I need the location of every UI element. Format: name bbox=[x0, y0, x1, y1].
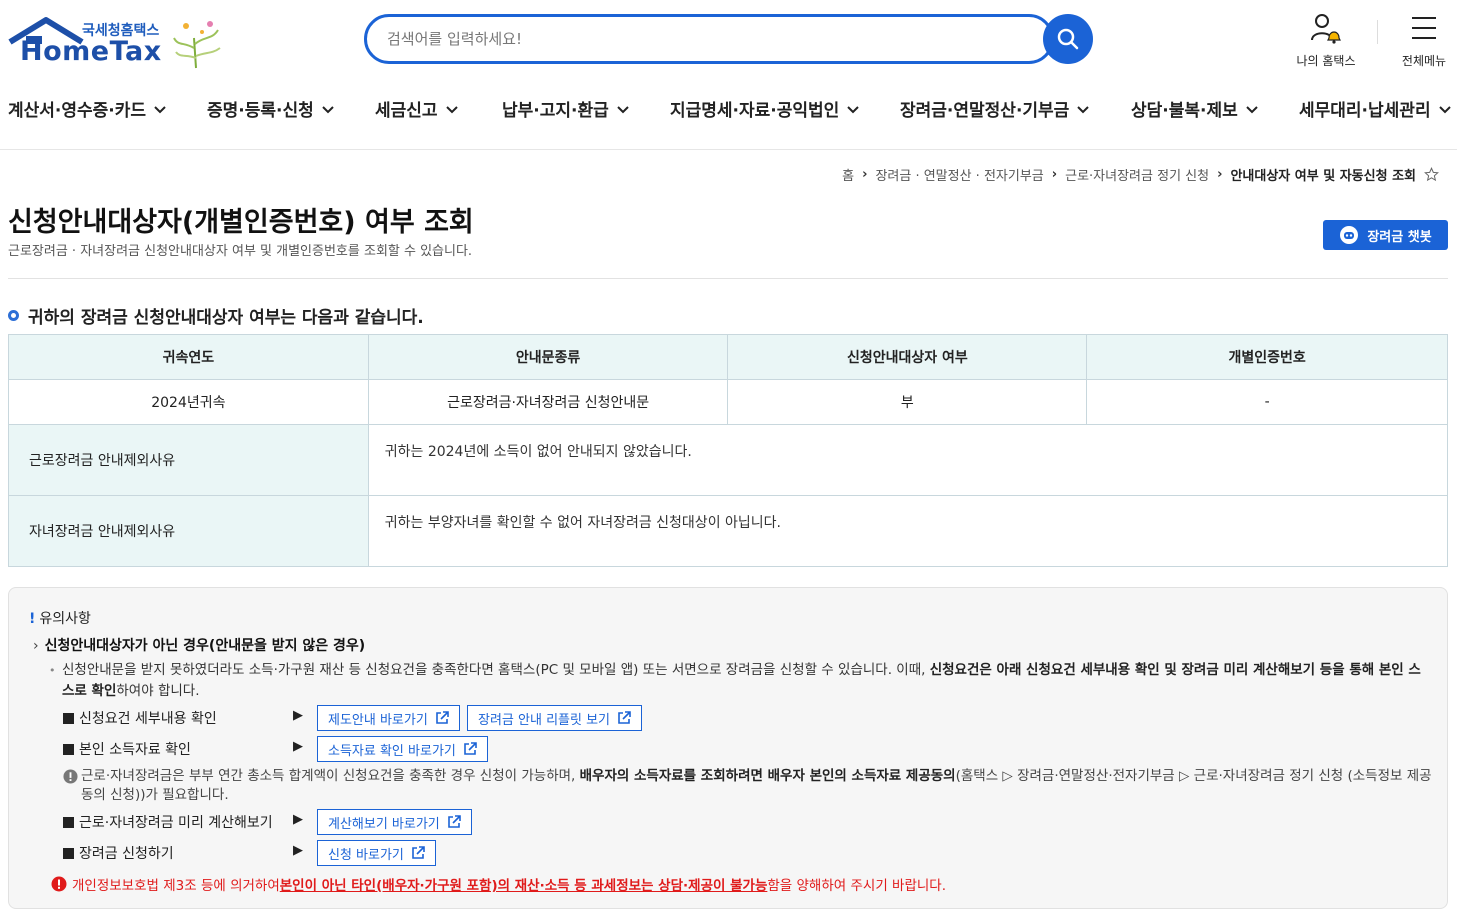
hometax-logo[interactable]: 국세청홈택스 HomeTax bbox=[8, 14, 223, 70]
bullet-dot: • bbox=[49, 664, 56, 677]
page-description: 근로장려금 · 자녀장려금 신청안내대상자 여부 및 개별인증번호를 조회할 수… bbox=[8, 244, 473, 259]
notice-item: 장려금 신청하기 bbox=[63, 843, 174, 863]
nav-item-agent[interactable]: 세무대리·납세관리 bbox=[1299, 96, 1451, 121]
chevron-down-icon bbox=[322, 106, 334, 114]
play-arrow-icon: ▶ bbox=[293, 843, 303, 858]
system-guide-button[interactable]: 제도안내 바로가기 bbox=[317, 705, 460, 731]
nav-item-payment[interactable]: 납부·고지·환급 bbox=[502, 96, 629, 121]
star-icon[interactable] bbox=[1424, 167, 1439, 182]
notice-box: ! 유의사항 › 신청안내대상자가 아닌 경우(안내문을 받지 않은 경우) • 신… bbox=[8, 587, 1448, 909]
notice-item: 근로·자녀장려금 미리 계산해보기 bbox=[63, 812, 273, 832]
search-box bbox=[364, 14, 1054, 64]
nav-item-statements[interactable]: 지급명세·자료·공익법인 bbox=[670, 96, 860, 121]
play-arrow-icon: ▶ bbox=[293, 812, 303, 827]
income-data-button[interactable]: 소득자료 확인 바로가기 bbox=[317, 736, 488, 762]
my-hometax-label: 나의 홈택스 bbox=[1296, 54, 1356, 68]
site-header: 국세청홈택스 HomeTax 나의 홈택스 bbox=[0, 0, 1457, 150]
nav-item-consult[interactable]: 상담·불복·제보 bbox=[1131, 96, 1258, 121]
table-header: 안내문종류 bbox=[367, 334, 729, 380]
table-row-reason: 자녀장려금 안내제외사유 귀하는 부양자녀를 확인할 수 없어 자녀장려금 신청… bbox=[8, 495, 1449, 567]
breadcrumb-separator: › bbox=[1217, 167, 1223, 182]
all-menu-button[interactable]: 전체메뉴 bbox=[1395, 12, 1453, 69]
plant-icon bbox=[173, 21, 221, 69]
square-bullet-icon bbox=[63, 743, 74, 755]
table-cell-notice-type: 근로장려금·자녀장려금 신청안내문 bbox=[367, 379, 729, 425]
circle-bullet-icon bbox=[8, 310, 19, 321]
result-table: 귀속연도 안내문종류 신청안내대상자 여부 개별인증번호 2024년귀속 근로장… bbox=[8, 334, 1449, 567]
reason-text: 귀하는 부양자녀를 확인할 수 없어 자녀장려금 신청대상이 아닙니다. bbox=[367, 495, 1449, 567]
chevron-down-icon bbox=[154, 106, 166, 114]
breadcrumb-separator: › bbox=[862, 167, 868, 182]
all-menu-label: 전체메뉴 bbox=[1401, 54, 1447, 68]
notice-subtitle: › 신청안내대상자가 아닌 경우(안내문을 받지 않은 경우) bbox=[33, 638, 366, 654]
table-cell-target-status: 부 bbox=[727, 379, 1088, 425]
chatbot-label: 장려금 챗봇 bbox=[1367, 229, 1432, 245]
chevron-down-icon bbox=[847, 106, 860, 114]
breadcrumb-level1[interactable]: 장려금 · 연말정산 · 전자기부금 bbox=[875, 165, 1043, 184]
table-header: 개별인증번호 bbox=[1086, 334, 1448, 380]
external-link-icon bbox=[618, 711, 631, 724]
section-heading: 귀하의 장려금 신청안내대상자 여부는 다음과 같습니다. bbox=[8, 303, 424, 328]
breadcrumb-level2[interactable]: 근로·자녀장려금 정기 신청 bbox=[1065, 165, 1209, 184]
header-divider bbox=[1377, 20, 1378, 44]
chevron-down-icon bbox=[445, 106, 458, 114]
leaflet-button[interactable]: 장려금 안내 리플릿 보기 bbox=[467, 705, 642, 731]
nav-item-certificate[interactable]: 증명·등록·신청 bbox=[207, 96, 334, 121]
external-link-icon bbox=[447, 815, 461, 828]
table-cell-year: 2024년귀속 bbox=[8, 379, 369, 425]
table-header: 신청안내대상자 여부 bbox=[727, 334, 1088, 380]
privacy-warning: 개인정보보호법 제3조 등에 의거하여 본인이 아닌 타인(배우자·가구원 포함… bbox=[51, 874, 946, 894]
user-bell-icon bbox=[1311, 14, 1341, 44]
breadcrumb-separator: › bbox=[1051, 167, 1058, 182]
info-circle-icon bbox=[63, 769, 78, 784]
page-title: 신청안내대상자(개별인증번호) 여부 조회 bbox=[8, 207, 474, 238]
reason-label: 자녀장려금 안내제외사유 bbox=[8, 495, 369, 567]
nav-item-invoice[interactable]: 계산서·영수증·카드 bbox=[8, 96, 166, 121]
table-header-row: 귀속연도 안내문종류 신청안내대상자 여부 개별인증번호 bbox=[8, 334, 1448, 380]
nav-item-tax-return[interactable]: 세금신고 bbox=[375, 96, 458, 121]
nav-item-incentive[interactable]: 장려금·연말정산·기부금 bbox=[900, 96, 1090, 121]
external-link-icon bbox=[412, 846, 425, 859]
warning-circle-icon bbox=[51, 876, 67, 892]
play-arrow-icon: ▶ bbox=[293, 708, 303, 723]
square-bullet-icon bbox=[63, 816, 74, 828]
hamburger-icon bbox=[1412, 17, 1436, 39]
incentive-chatbot-button[interactable]: 장려금 챗봇 bbox=[1323, 220, 1448, 250]
table-row-reason: 근로장려금 안내제외사유 귀하는 2024년에 소득이 없어 안내되지 않았습니… bbox=[8, 424, 1449, 496]
table-cell-auth-number: - bbox=[1086, 379, 1448, 425]
chevron-right-icon: › bbox=[33, 638, 39, 654]
square-bullet-icon bbox=[63, 847, 74, 859]
play-arrow-icon: ▶ bbox=[293, 739, 303, 754]
breadcrumb: 홈 › 장려금 · 연말정산 · 전자기부금 › 근로·자녀장려금 정기 신청 … bbox=[842, 165, 1439, 184]
search-icon bbox=[1057, 28, 1079, 50]
notice-title: ! 유의사항 bbox=[29, 611, 91, 627]
chevron-down-icon bbox=[617, 106, 629, 114]
notice-item: 본인 소득자료 확인 bbox=[63, 739, 191, 759]
reason-text: 귀하는 2024년에 소득이 없어 안내되지 않았습니다. bbox=[367, 424, 1449, 496]
notice-item: 신청요건 세부내용 확인 bbox=[63, 708, 217, 728]
table-row: 2024년귀속 근로장려금·자녀장려금 신청안내문 부 - bbox=[8, 379, 1448, 425]
title-divider bbox=[8, 278, 1448, 279]
external-link-icon bbox=[436, 711, 449, 724]
breadcrumb-current: 안내대상자 여부 및 자동신청 조회 bbox=[1230, 169, 1416, 184]
chevron-down-icon bbox=[1246, 106, 1258, 114]
search-button[interactable] bbox=[1043, 14, 1093, 64]
breadcrumb-home[interactable]: 홈 bbox=[842, 165, 854, 184]
chevron-down-icon bbox=[1077, 106, 1090, 114]
info-note: 근로·자녀장려금은 부부 연간 총소득 합계액이 신청요건을 충족한 경우 신청… bbox=[63, 767, 1433, 805]
chatbot-icon bbox=[1340, 226, 1359, 244]
calculate-button[interactable]: 계산해보기 바로가기 bbox=[317, 809, 472, 835]
notice-body: • 신청안내문을 받지 못하였더라도 소득·가구원 재산 등 신청요건을 충족한… bbox=[49, 662, 1421, 699]
exclamation-icon: ! bbox=[29, 611, 36, 627]
external-link-icon bbox=[464, 742, 477, 755]
chevron-down-icon bbox=[1438, 106, 1451, 114]
my-hometax-button[interactable]: 나의 홈택스 bbox=[1290, 12, 1362, 69]
search-input[interactable] bbox=[387, 17, 1027, 61]
square-bullet-icon bbox=[63, 712, 74, 724]
table-header: 귀속연도 bbox=[8, 334, 369, 380]
apply-button[interactable]: 신청 바로가기 bbox=[317, 840, 436, 866]
reason-label: 근로장려금 안내제외사유 bbox=[8, 424, 369, 496]
